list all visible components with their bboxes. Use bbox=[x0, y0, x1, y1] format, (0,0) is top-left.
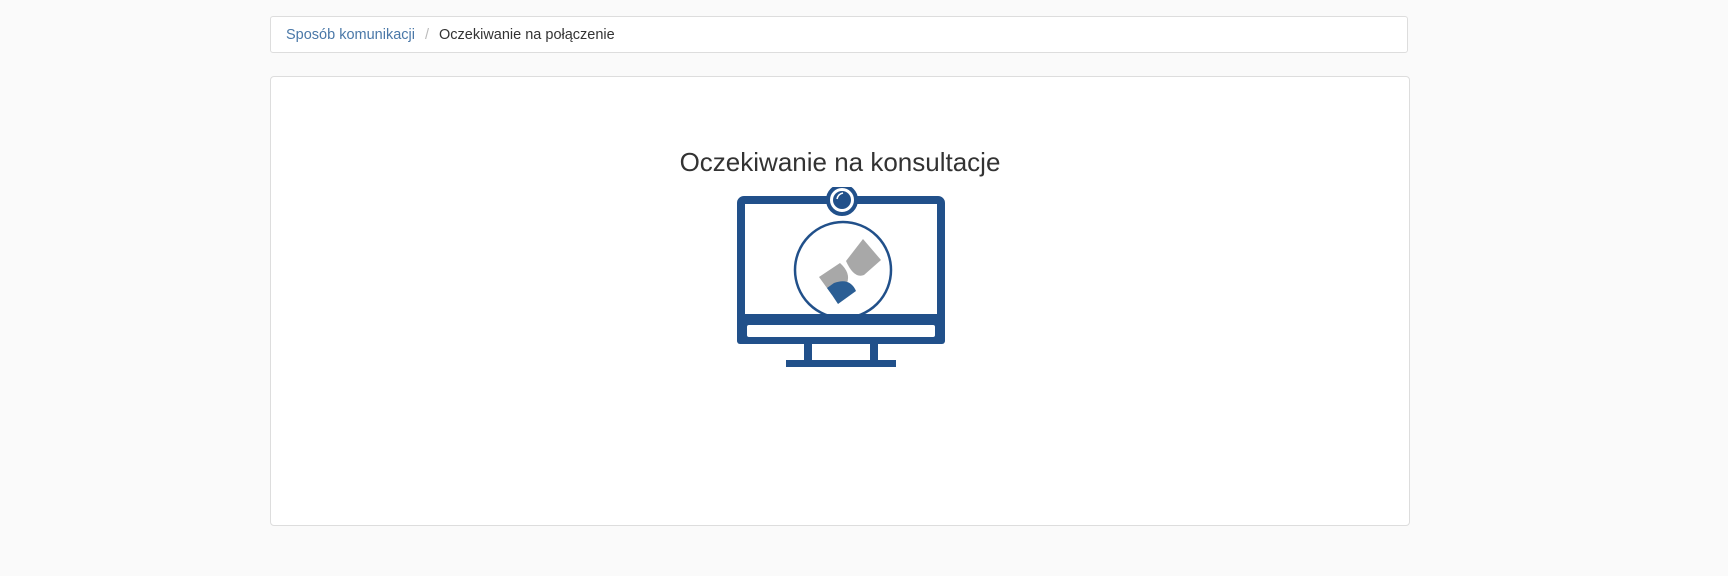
breadcrumb: Sposób komunikacji / Oczekiwanie na połą… bbox=[270, 16, 1408, 53]
page-title: Oczekiwanie na konsultacje bbox=[679, 147, 1001, 177]
breadcrumb-link-communication-method[interactable]: Sposób komunikacji bbox=[286, 27, 415, 43]
monitor-base bbox=[786, 360, 896, 367]
monitor-bezel-gap bbox=[747, 325, 935, 337]
hourglass-top bbox=[846, 239, 881, 276]
breadcrumb-separator: / bbox=[424, 26, 429, 43]
monitor-webcam-icon bbox=[737, 187, 945, 367]
monitor-stand-right bbox=[870, 344, 878, 362]
waiting-panel: Oczekiwanie na konsultacje bbox=[270, 76, 1410, 526]
breadcrumb-current: Oczekiwanie na połączenie bbox=[439, 26, 615, 43]
monitor-stand-left bbox=[804, 344, 812, 362]
